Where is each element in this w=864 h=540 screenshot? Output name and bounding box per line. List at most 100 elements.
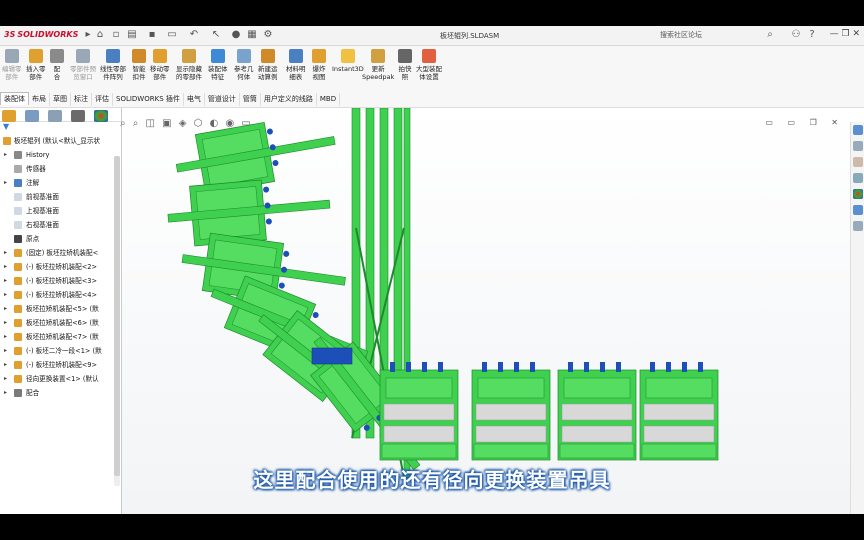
- tab-0[interactable]: 装配体: [0, 92, 29, 105]
- view-palette-icon[interactable]: [853, 173, 863, 183]
- expand-arrow-icon[interactable]: ▸: [4, 386, 7, 400]
- tab-9[interactable]: 用户定义的线路: [261, 93, 317, 106]
- tree-node[interactable]: 上视基准面: [0, 204, 121, 218]
- property-manager-tab-icon[interactable]: [25, 110, 40, 122]
- command-button-7[interactable]: 显示隐藏 的零部件: [176, 49, 202, 81]
- tree-node[interactable]: 前视基准面: [0, 190, 121, 204]
- bolt: [498, 362, 503, 372]
- home-icon[interactable]: ⌂: [94, 29, 106, 41]
- expand-arrow-icon[interactable]: ▸: [4, 316, 7, 330]
- search-icon[interactable]: ⌕: [764, 29, 776, 41]
- tree-node[interactable]: ▸ 板坯拉矫机装配<5> (默: [0, 302, 121, 316]
- tab-7[interactable]: 管道设计: [205, 93, 240, 106]
- command-button-0[interactable]: 编辑零 部件: [2, 49, 22, 81]
- expand-arrow-icon[interactable]: ▸: [4, 246, 7, 260]
- window-controls[interactable]: — ❐ ✕: [830, 29, 860, 39]
- command-button-8[interactable]: 装配体 特征: [208, 49, 228, 81]
- configuration-manager-tab-icon[interactable]: [48, 110, 63, 122]
- expand-arrow-icon[interactable]: ▸: [4, 330, 7, 344]
- solidworks-forum-icon[interactable]: [853, 221, 863, 231]
- print-icon[interactable]: ▭: [166, 29, 178, 41]
- tab-8[interactable]: 管筒: [240, 93, 261, 106]
- command-button-16[interactable]: 大型装配 体设置: [416, 49, 442, 81]
- tab-1[interactable]: 布局: [29, 93, 50, 106]
- help-icon[interactable]: ?: [806, 29, 818, 41]
- command-button-12[interactable]: 爆炸 视图: [312, 49, 326, 81]
- undo-icon[interactable]: ↶: [188, 29, 200, 41]
- assembly-model[interactable]: [122, 108, 850, 514]
- command-button-2[interactable]: 配 合: [50, 49, 64, 81]
- command-button-4[interactable]: 线性零部 件阵列: [100, 49, 126, 81]
- graphics-area[interactable]: [122, 108, 850, 514]
- tree-root[interactable]: 板坯辊列 (默认<默认_显示状: [0, 134, 121, 148]
- command-button-5[interactable]: 智能 扣件: [132, 49, 146, 81]
- tree-node[interactable]: 原点: [0, 232, 121, 246]
- expand-arrow-icon[interactable]: ▸: [4, 176, 7, 190]
- tree-node[interactable]: ▸ (-) 板坯二冷一段<1> (默: [0, 344, 121, 358]
- resources-icon[interactable]: [853, 125, 863, 135]
- tab-2[interactable]: 草图: [50, 93, 71, 106]
- expand-arrow-icon[interactable]: ▸: [4, 274, 7, 288]
- expand-arrow-icon[interactable]: ▸: [4, 302, 7, 316]
- user-icon[interactable]: ⚇: [790, 29, 802, 41]
- tree-node[interactable]: ▸ (-) 板坯拉矫机装配<3>: [0, 274, 121, 288]
- design-library-icon[interactable]: [853, 141, 863, 151]
- command-button-9[interactable]: 参考几 何体: [234, 49, 254, 81]
- appearances-icon[interactable]: [853, 189, 863, 199]
- command-button-11[interactable]: 材料明 细表: [286, 49, 306, 81]
- tree-node[interactable]: ▸ (固定) 板坯拉矫机装配<: [0, 246, 121, 260]
- command-button-13[interactable]: Instant3D: [332, 49, 364, 73]
- display-manager-tab-icon[interactable]: [94, 110, 109, 122]
- expand-arrow-icon[interactable]: ▸: [4, 372, 7, 386]
- tree-node[interactable]: ▸ 径向更换装置<1> (默认: [0, 372, 121, 386]
- tab-10[interactable]: MBD: [317, 93, 341, 106]
- bolt: [530, 362, 535, 372]
- tree-node[interactable]: ▸ 板坯拉矫机装配<6> (默: [0, 316, 121, 330]
- tree-node[interactable]: ▸ 配合: [0, 386, 121, 400]
- tree-node[interactable]: ▸ (-) 板坯拉矫机装配<2>: [0, 260, 121, 274]
- feature-manager-tab-icon[interactable]: [2, 110, 16, 122]
- new-document-icon[interactable]: ▫: [110, 29, 122, 41]
- viewport-window-controls[interactable]: ▭ ▭ ❐ ✕: [765, 118, 844, 127]
- tree-scrollbar-thumb[interactable]: [114, 156, 120, 476]
- tree-node[interactable]: ▸ 注解: [0, 176, 121, 190]
- bolt: [666, 362, 671, 372]
- expand-arrow-icon[interactable]: ▸: [4, 148, 7, 162]
- command-button-3[interactable]: 零部件预 览窗口: [70, 49, 96, 81]
- command-button-1[interactable]: 插入零 部件: [26, 49, 46, 81]
- command-button-15[interactable]: 拍快 照: [398, 49, 412, 81]
- tab-3[interactable]: 标注: [71, 93, 92, 106]
- tab-4[interactable]: 评估: [92, 93, 113, 106]
- tab-5[interactable]: SOLIDWORKS 插件: [113, 93, 184, 106]
- arrow-icon[interactable]: ▸: [82, 29, 94, 41]
- file-explorer-icon[interactable]: [853, 157, 863, 167]
- dimxpert-tab-icon[interactable]: [71, 110, 86, 122]
- tree-node[interactable]: ▸ (-) 板坯拉矫机装配<4>: [0, 288, 121, 302]
- options-icon[interactable]: ⚙: [262, 29, 274, 41]
- subassembly-icon: [14, 333, 22, 341]
- segment-top-panel: [385, 377, 453, 399]
- tree-scrollbar[interactable]: [114, 156, 120, 486]
- tree-node[interactable]: ▸ History: [0, 148, 121, 162]
- tree-node[interactable]: 右视基准面: [0, 218, 121, 232]
- expand-arrow-icon[interactable]: ▸: [4, 288, 7, 302]
- command-button-6[interactable]: 移动零 部件: [150, 49, 170, 81]
- expand-arrow-icon[interactable]: ▸: [4, 260, 7, 274]
- select-icon[interactable]: ↖: [210, 29, 222, 41]
- file-properties-icon[interactable]: ▦: [246, 29, 258, 41]
- rebuild-icon[interactable]: ●: [230, 29, 242, 41]
- search-community-field[interactable]: 搜索社区论坛: [660, 30, 702, 40]
- command-button-14[interactable]: 更新 Speedpak: [362, 49, 394, 81]
- heads-up-view-toolbar[interactable]: ⌕ ⌕ ◫ ▣ ◈ ⬡ ◐ ◉ ▭: [120, 118, 253, 129]
- save-icon[interactable]: ▪: [146, 29, 158, 41]
- tree-node[interactable]: ▸ 板坯拉矫机装配<7> (默: [0, 330, 121, 344]
- custom-properties-icon[interactable]: [853, 205, 863, 215]
- tab-6[interactable]: 电气: [184, 93, 205, 106]
- tree-node[interactable]: 传感器: [0, 162, 121, 176]
- solidworks-logo[interactable]: 3S SOLIDWORKS: [4, 30, 78, 39]
- expand-arrow-icon[interactable]: ▸: [4, 344, 7, 358]
- tree-node[interactable]: ▸ (-) 板坯拉矫机装配<9>: [0, 358, 121, 372]
- command-button-10[interactable]: 新建运 动算例: [258, 49, 278, 81]
- expand-arrow-icon[interactable]: ▸: [4, 358, 7, 372]
- open-icon[interactable]: ▤: [126, 29, 138, 41]
